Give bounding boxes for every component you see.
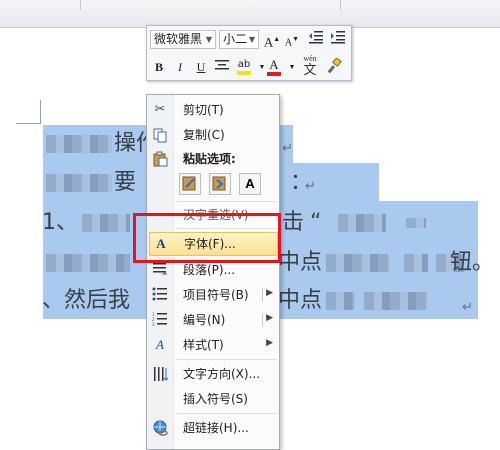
paste-merge-formatting-icon [212,176,226,191]
align-center-icon [215,60,229,70]
highlight-color-bar [237,71,251,75]
paste-keep-formatting-icon [182,176,196,191]
submenu-arrow-icon[interactable]: ▶ [266,313,273,323]
increase-indent-button[interactable] [329,30,347,48]
blurred-text [326,254,390,272]
menu-item-label: 文字方向(X)... [183,367,261,381]
menu-item-label: 剪切(T) [183,103,224,117]
menu-item-hyperlink[interactable]: 超链接(H)... [147,417,279,439]
doc-line-5-mid: 中点 [278,288,323,313]
menu-separator [177,413,277,414]
menu-item-bullets[interactable]: 项目符号(B) ▶ [147,284,279,306]
margin-mark [40,100,41,124]
blurred-text [406,218,426,228]
menu-item-label: 编号(N) [183,313,226,327]
paragraph-mark: ↵ [282,141,293,156]
font-color-icon: A [269,57,279,72]
svg-text:3: 3 [152,322,155,326]
menu-separator [177,201,277,202]
split-divider [262,313,263,327]
menu-item-label: 插入符号(S) [183,392,248,406]
hyperlink-icon [152,420,168,436]
blurred-text [364,292,428,310]
font-name-value: 微软雅黑 [154,32,203,46]
phonetic-guide-button[interactable]: wén 文 [299,54,321,78]
paste-merge-formatting-button[interactable] [209,173,231,195]
font-name-combo[interactable]: 微软雅黑 ▼ [150,30,216,49]
menu-item-styles[interactable]: A 样式(T) ▶ [147,334,279,356]
menu-item-cut[interactable]: ✂ 剪切(T) [147,99,279,121]
font-color-bar [267,72,281,76]
font-size-value: 小二 [223,32,248,46]
paste-text-only-button[interactable]: A [239,173,261,195]
split-divider [262,288,263,302]
menu-separator [177,359,277,360]
blurred-text [404,254,428,272]
menu-item-label: 粘贴选项: [183,152,236,166]
format-painter-button[interactable] [325,57,343,76]
blurred-text [338,214,386,232]
menu-item-label: 样式(T) [183,338,224,352]
numbering-icon: 123 [152,312,168,328]
increase-indent-icon [331,31,345,44]
paragraph-mark: ↵ [305,179,316,194]
menu-item-text-direction[interactable]: 文字方向(X)... [147,363,279,385]
ribbon-edge [0,0,500,28]
clipboard-icon [152,151,168,167]
chevron-down-icon: ▼ [205,35,212,44]
toolbar-divider [340,0,341,10]
chevron-down-icon: ▼ [248,35,255,44]
blurred-text [326,292,354,310]
decrease-indent-button[interactable] [307,30,325,48]
blurred-text [46,135,112,153]
blurred-text [46,254,130,272]
grow-font-button[interactable]: A▲ [263,30,281,50]
menu-item-label: 段落(P)... [183,263,236,277]
margin-mark [16,123,41,124]
copy-icon [152,127,168,143]
decrease-indent-icon [309,31,323,44]
highlight-icon: ab [237,59,251,70]
submenu-arrow-icon[interactable]: ▶ [266,288,273,298]
paragraph-mark: ↵ [462,300,473,315]
scissors-icon: ✂ [154,102,166,117]
font-size-combo[interactable]: 小二 ▼ [219,30,259,49]
menu-item-insert-symbol[interactable]: 插入符号(S) [147,388,279,410]
paragraph-icon [152,262,168,278]
doc-line-3-quote: “ [310,210,322,235]
italic-button[interactable]: I [171,58,189,76]
mini-toolbar: 微软雅黑 ▼ 小二 ▼ A▲ A▼ B I U ab ▼ A ▼ wén 文 [146,25,352,81]
doc-line-3-number: 1、 [42,210,78,235]
menu-item-label: 超链接(H)... [183,421,249,435]
paste-keep-formatting-button[interactable] [179,173,201,195]
blurred-text [82,214,130,232]
annotation-highlight-box [133,213,281,263]
underline-button[interactable]: U [192,58,210,76]
doc-line-5: 、然后我 [42,288,131,313]
styles-icon: A [156,337,164,352]
bold-button[interactable]: B [150,58,168,76]
menu-item-label: 复制(C) [183,128,225,142]
doc-line-3-mid: 击 [282,210,305,235]
highlight-button[interactable]: ab [235,56,253,75]
grow-font-icon: A [263,34,274,50]
phonetic-guide-char: 文 [303,62,317,77]
doc-line-4-end: 钮。 [450,250,495,275]
menu-item-label: 项目符号(B) [183,288,249,302]
doc-line-2: 要 [114,170,137,195]
bullets-icon [152,287,168,303]
submenu-arrow-icon: ▶ [266,338,273,348]
shrink-font-button[interactable]: A▼ [283,30,301,48]
format-painter-icon [327,57,342,74]
blurred-text [46,174,112,192]
doc-line-4-mid: 中点 [278,250,323,275]
menu-item-numbering[interactable]: 123 编号(N) ▶ [147,309,279,331]
font-color-button[interactable]: A [265,56,283,76]
center-align-button[interactable] [213,58,231,76]
menu-item-paste-options: 粘贴选项: [147,148,279,170]
toolbar-divider [80,0,81,10]
text-direction-icon [152,366,169,382]
menu-item-copy[interactable]: 复制(C) [147,124,279,146]
context-menu: ✂ 剪切(T) 复制(C) 粘贴选项: A 汉字重选(V) A 字体(F)...… [146,94,280,450]
